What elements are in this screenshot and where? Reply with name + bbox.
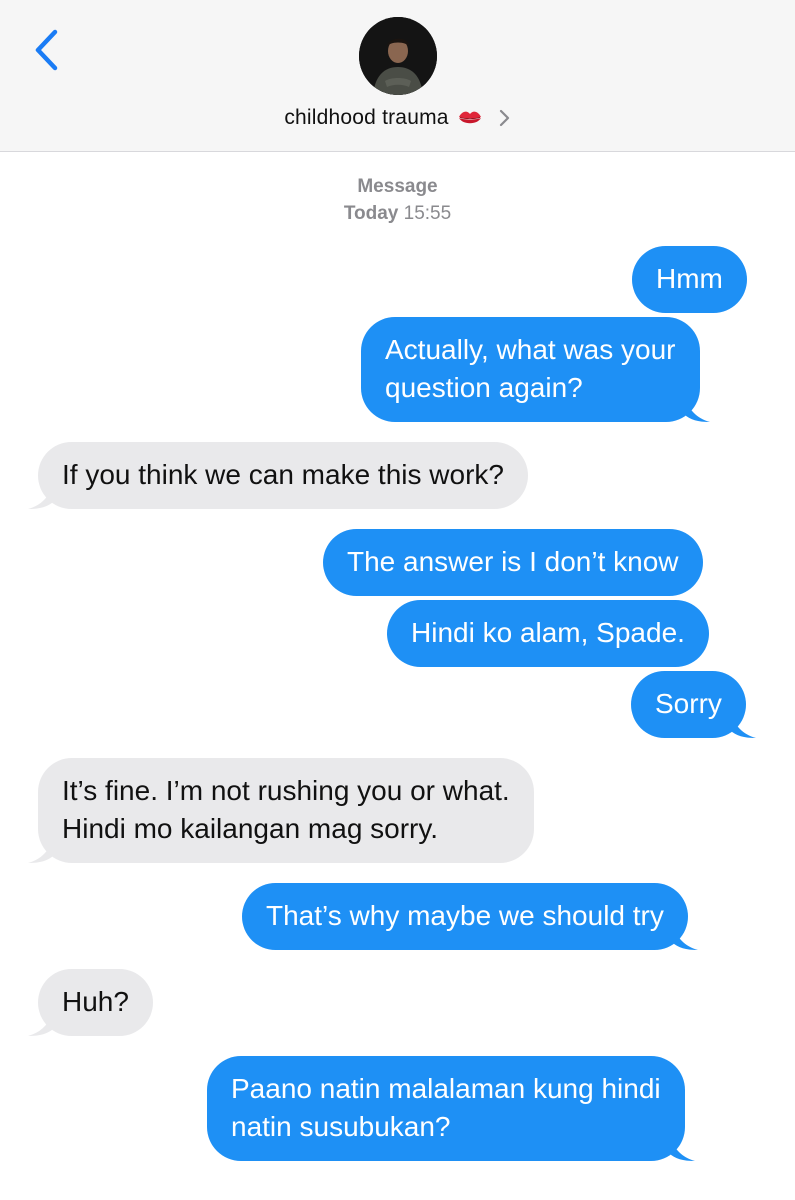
contact-avatar[interactable]: [359, 17, 437, 95]
message-bubble-sent[interactable]: Actually, what was your question again?: [361, 317, 710, 422]
message-bubble-sent[interactable]: That’s why maybe we should try: [242, 883, 698, 950]
bubble-tail: [729, 714, 756, 738]
bubble-tail: [28, 1012, 54, 1036]
message-text: question again?: [385, 372, 583, 403]
date-label: Today: [343, 203, 399, 224]
message-bubble-sent[interactable]: The answer is I don’t know: [323, 529, 703, 596]
message-text: That’s why maybe we should try: [266, 900, 664, 931]
message-text: Hindi ko alam, Spade.: [411, 617, 685, 648]
service-label: Message: [357, 176, 438, 197]
bubble-tail: [668, 1137, 695, 1161]
chevron-left-icon: [35, 29, 58, 71]
message-text: Hmm: [656, 263, 723, 294]
bubble-tail: [28, 839, 54, 863]
message-text: Huh?: [62, 986, 129, 1017]
message-text: It’s fine. I’m not rushing you or what.: [62, 775, 510, 806]
message-bubble-sent[interactable]: Paano natin malalaman kung hindi natin s…: [207, 1056, 695, 1161]
contact-name-row[interactable]: childhood trauma: [0, 100, 795, 136]
message-text: Paano natin malalaman kung hindi: [231, 1073, 661, 1104]
bubble-tail: [683, 398, 710, 422]
message-bubble-sent[interactable]: Hmm: [632, 246, 747, 313]
message-bubble-received[interactable]: Huh?: [28, 969, 153, 1036]
message-bubble-sent[interactable]: Sorry: [631, 671, 756, 738]
message-text: natin susubukan?: [231, 1111, 451, 1142]
message-text: The answer is I don’t know: [347, 546, 679, 577]
message-bubble-received[interactable]: It’s fine. I’m not rushing you or what. …: [28, 758, 534, 863]
bubble-tail: [28, 485, 54, 509]
message-text: Sorry: [655, 688, 722, 719]
contact-name: childhood trauma: [284, 106, 449, 129]
message-text: If you think we can make this work?: [62, 459, 504, 490]
conversation-header: childhood trauma: [0, 0, 795, 152]
timestamp: Today 15:55: [0, 203, 795, 225]
message-bubble-sent[interactable]: Hindi ko alam, Spade.: [387, 600, 709, 667]
message-text: Actually, what was your: [385, 334, 676, 365]
chevron-right-icon: [499, 109, 509, 127]
time-label: 15:55: [403, 203, 452, 224]
kiss-mark-icon: [458, 111, 481, 124]
message-bubble-received[interactable]: If you think we can make this work?: [28, 442, 528, 509]
bubble-tail: [671, 926, 698, 950]
message-text: Hindi mo kailangan mag sorry.: [62, 813, 439, 844]
back-button[interactable]: [28, 26, 68, 74]
